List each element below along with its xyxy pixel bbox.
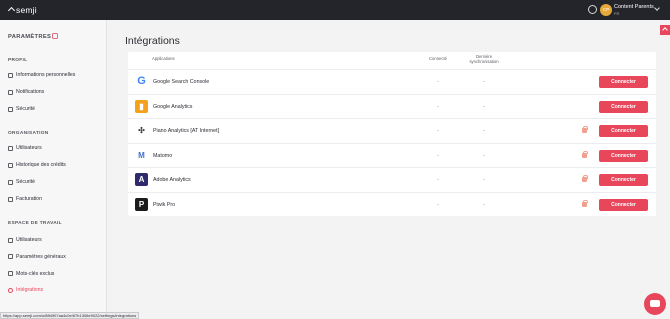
sidebar-item-label: Sécurité xyxy=(16,179,36,185)
connect-button[interactable]: Connecter xyxy=(599,149,648,162)
table-row: A Adobe Analytics - - Connecter xyxy=(128,167,656,192)
sidebar-item-1-2[interactable]: Sécurité xyxy=(8,177,35,187)
sidebar-item-label: Mots-clés exclus xyxy=(16,270,55,277)
connected-value: - xyxy=(437,201,439,208)
history-icon xyxy=(8,162,13,168)
sidebar-item-label: Sécurité xyxy=(16,106,36,112)
app-name: Matomo xyxy=(153,152,173,159)
connected-value: - xyxy=(437,177,439,183)
column-header-applications: Applications xyxy=(152,56,175,61)
close-settings-icon[interactable] xyxy=(52,33,58,39)
sidebar-item-label: Historique des crédits xyxy=(16,162,66,168)
sidebar-item-0-0[interactable]: Informations personnelles xyxy=(8,70,75,80)
table-row: ▮ Google Analytics - - Connecter xyxy=(128,93,656,119)
sidebar-section-2: ESPACE DE TRAVAIL xyxy=(8,221,62,226)
last-sync-value: - xyxy=(483,128,485,134)
connect-button[interactable]: Connecter xyxy=(599,76,648,88)
connect-button[interactable]: Connecter xyxy=(599,198,648,211)
last-sync-value: - xyxy=(483,201,485,208)
lock-icon xyxy=(582,150,588,158)
users-icon xyxy=(8,145,13,151)
connected-value: - xyxy=(437,152,439,159)
settings-sidebar: PARAMÈTRES PROFIL Informations personnell… xyxy=(0,20,107,319)
connected-value: - xyxy=(437,79,439,85)
sidebar-item-label: Paramètres généraux xyxy=(16,253,66,260)
sidebar-item-label: Notifications xyxy=(16,89,45,95)
settings-gear-icon[interactable] xyxy=(588,5,597,14)
app-name: Piano Analytics [AT Internet] xyxy=(153,128,220,134)
app-name: Piwik Pro xyxy=(153,201,176,208)
user-workspace-label: FR xyxy=(614,11,620,16)
lock-icon xyxy=(8,179,13,185)
table-row: M Matomo - - Connecter xyxy=(128,142,656,168)
table-row: P Piwik Pro - - Connecter xyxy=(128,191,656,217)
avatar[interactable]: CP xyxy=(600,4,612,16)
matomo-icon: M xyxy=(138,150,145,160)
integrations-table: Applications Connecté Dernière synchroni… xyxy=(128,52,656,216)
top-bar: semji CP Content Parents FR xyxy=(0,0,670,20)
lock-icon xyxy=(582,175,588,182)
piwik-pro-icon: P xyxy=(135,197,148,211)
user-icon xyxy=(8,72,13,78)
user-name[interactable]: Content Parents xyxy=(614,4,654,10)
last-sync-value: - xyxy=(483,79,485,85)
last-sync-value: - xyxy=(483,152,485,159)
brand-name: semji xyxy=(16,5,37,15)
semji-logo[interactable]: semji xyxy=(7,4,37,16)
sidebar-item-label: Facturation xyxy=(16,196,42,202)
last-sync-value: - xyxy=(483,177,485,183)
connected-value: - xyxy=(437,128,439,134)
sidebar-item-1-3[interactable]: Facturation xyxy=(8,194,42,204)
sidebar-item-2-0[interactable]: Utilisateurs xyxy=(8,235,42,245)
page-title: Intégrations xyxy=(125,35,180,47)
gear-icon xyxy=(8,254,13,260)
sidebar-section-0: PROFIL xyxy=(8,58,28,63)
credit-card-icon xyxy=(8,196,13,202)
status-bar-url: https://app.semji.com/o/8fb0f07aa4c0e/67… xyxy=(0,312,140,319)
sidebar-item-2-2[interactable]: Mots-clés exclus xyxy=(8,269,54,279)
google-analytics-icon: ▮ xyxy=(135,99,148,113)
table-row: ✣ Piano Analytics [AT Internet] - - Connecte… xyxy=(128,118,656,143)
app-name: Google Analytics xyxy=(153,103,193,110)
connected-value: - xyxy=(437,103,439,110)
sidebar-section-1: ORGANISATION xyxy=(8,131,49,136)
help-flag-icon[interactable] xyxy=(660,25,670,35)
table-row: G Google Search Console - - Connecter xyxy=(128,69,656,94)
piano-analytics-icon: ✣ xyxy=(138,126,145,135)
adobe-analytics-icon: A xyxy=(135,173,148,186)
sidebar-item-0-1[interactable]: Notifications xyxy=(8,87,44,97)
sidebar-item-label: Utilisateurs xyxy=(16,237,42,243)
users-icon xyxy=(8,237,13,243)
chevron-down-icon[interactable] xyxy=(654,5,660,11)
sidebar-item-2-3[interactable]: Intégrations xyxy=(8,285,43,295)
column-header-last-sync: Dernière synchronisation xyxy=(469,54,499,64)
app-name: Google Search Console xyxy=(153,79,210,85)
connect-button[interactable]: Connecter xyxy=(599,174,648,186)
sidebar-item-1-0[interactable]: Utilisateurs xyxy=(8,143,42,153)
lock-icon xyxy=(582,199,588,207)
connect-button[interactable]: Connecter xyxy=(599,125,648,137)
sidebar-title: PARAMÈTRES xyxy=(8,34,52,40)
sidebar-item-label: Informations personnelles xyxy=(16,72,76,78)
sidebar-item-1-1[interactable]: Historique des crédits xyxy=(8,160,66,170)
sidebar-item-label: Utilisateurs xyxy=(16,145,42,151)
sidebar-item-2-1[interactable]: Paramètres généraux xyxy=(8,252,66,262)
chat-bubble-icon[interactable] xyxy=(644,293,666,315)
last-sync-value: - xyxy=(483,103,485,110)
sidebar-item-label: Intégrations xyxy=(16,287,44,294)
lock-icon xyxy=(582,126,588,133)
lock-icon xyxy=(8,106,13,112)
integration-icon xyxy=(8,287,13,293)
semji-logo-icon xyxy=(7,6,16,14)
sidebar-item-0-2[interactable]: Sécurité xyxy=(8,104,35,114)
connect-button[interactable]: Connecter xyxy=(599,100,648,113)
ban-icon xyxy=(8,271,13,277)
google-icon: G xyxy=(135,75,148,88)
app-name: Adobe Analytics xyxy=(153,177,191,183)
column-header-connected: Connecté xyxy=(429,56,447,61)
bell-icon xyxy=(8,89,13,95)
